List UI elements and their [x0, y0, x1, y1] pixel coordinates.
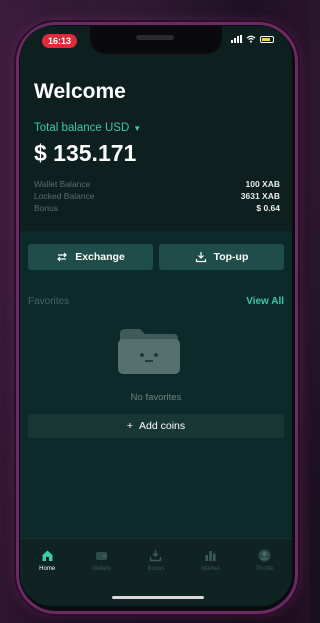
add-coins-label: Add coins: [139, 420, 186, 432]
balance-label: Locked Balance: [34, 191, 95, 201]
app-screen: 16:13 Welcome Total balance USD ▼ $ 135.…: [20, 26, 292, 606]
exchange-label: Exchange: [75, 251, 125, 263]
wallet-icon: [96, 552, 108, 560]
total-balance-label: Total balance USD: [34, 122, 130, 134]
total-balance-value: $ 135.171: [34, 140, 137, 166]
balance-rows: Wallet Balance 100 XAB Locked Balance 36…: [34, 178, 280, 214]
tab-label: Bonus: [147, 566, 165, 572]
battery-icon: [260, 35, 274, 43]
tab-label: Wallets: [91, 566, 112, 572]
total-balance-selector[interactable]: Total balance USD ▼: [34, 122, 141, 134]
profile-icon: [258, 549, 271, 562]
tab-home[interactable]: Home: [25, 549, 69, 606]
action-buttons: Exchange Top-up: [28, 244, 284, 270]
bonus-icon: [150, 550, 162, 562]
plus-icon: +: [126, 420, 133, 432]
empty-folder-icon: [118, 329, 180, 374]
exchange-button[interactable]: Exchange: [28, 244, 153, 270]
page-title: Welcome: [34, 80, 126, 103]
balance-value: $ 0.64: [256, 203, 280, 213]
status-icons: [231, 35, 274, 43]
speaker: [136, 35, 174, 40]
no-favorites-text: No favorites: [130, 392, 182, 403]
signal-icon: [231, 35, 242, 43]
home-icon: [42, 550, 53, 561]
chevron-down-icon: ▼: [133, 123, 142, 133]
tab-label: Profile: [256, 566, 274, 572]
balance-label: Wallet Balance: [34, 179, 91, 189]
wifi-icon: [246, 35, 256, 43]
notch: [90, 26, 222, 54]
topup-button[interactable]: Top-up: [159, 244, 284, 270]
topup-icon: [195, 252, 206, 263]
status-time: 16:13: [42, 34, 78, 48]
tab-profile[interactable]: Profile: [243, 549, 287, 606]
balance-value: 100 XAB: [245, 179, 281, 189]
exchange-icon: [57, 252, 68, 262]
home-indicator: [112, 596, 204, 599]
tab-label: Market: [201, 566, 220, 572]
balance-label: Bonus: [34, 203, 59, 213]
balance-row-locked: Locked Balance 3631 XAB: [34, 190, 280, 202]
add-coins-button[interactable]: + Add coins: [28, 414, 284, 438]
favorites-title: Favorites: [28, 296, 70, 307]
balance-row-wallet: Wallet Balance 100 XAB: [34, 178, 280, 190]
balance-value: 3631 XAB: [240, 191, 280, 201]
favorites-header: Favorites View All: [28, 296, 284, 307]
balance-row-bonus: Bonus $ 0.64: [34, 202, 280, 214]
topup-label: Top-up: [213, 251, 249, 263]
view-all-link[interactable]: View All: [246, 296, 284, 307]
tab-label: Home: [39, 566, 56, 572]
market-icon: [205, 551, 216, 561]
